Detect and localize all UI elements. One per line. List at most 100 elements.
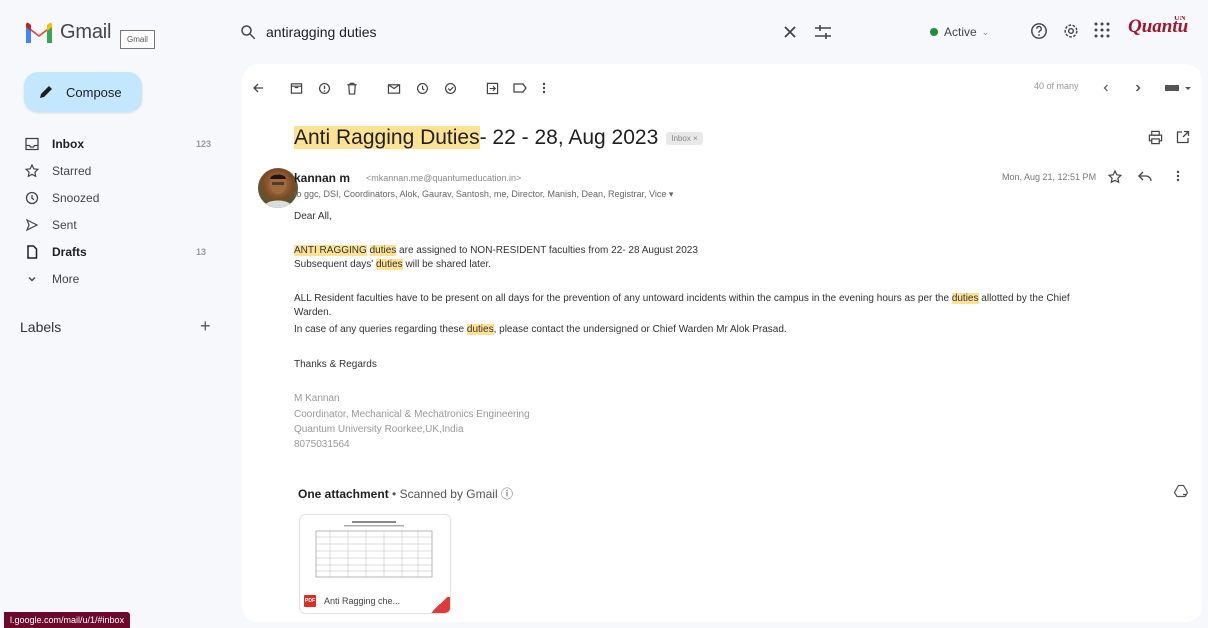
sidebar-item-drafts[interactable]: Drafts 13 — [0, 239, 244, 265]
email-subject-row: Anti Ragging Duties- 22 - 28, Aug 2023 I… — [294, 122, 703, 154]
labels-heading: Labels — [20, 319, 62, 335]
pencil-icon — [38, 84, 54, 100]
status-url-tooltip: l.google.com/mail/u/1/#inbox — [4, 612, 131, 628]
reply-icon[interactable] — [1138, 170, 1152, 182]
highlight: duties — [369, 245, 397, 256]
sender-name: kannan m — [294, 171, 351, 185]
gmail-logo[interactable]: Gmail — [8, 12, 112, 52]
compose-button[interactable]: Compose — [24, 72, 142, 112]
avatar[interactable] — [258, 168, 298, 208]
report-spam-icon[interactable] — [314, 78, 334, 98]
trash-icon[interactable] — [342, 78, 362, 98]
gmail-m-icon — [24, 20, 54, 44]
label-icon[interactable] — [510, 78, 530, 98]
gear-icon[interactable] — [1062, 22, 1080, 40]
pagination-label: 40 of many — [1034, 81, 1079, 91]
snooze-icon[interactable] — [412, 78, 432, 98]
attachment-header: One attachment • Scanned by Gmail ⓘ — [298, 485, 513, 502]
email-view: 40 of many Anti Ragging Duties- 22 - 28,… — [242, 64, 1202, 622]
inbox-icon — [24, 136, 40, 152]
body-line-1: ANTI RAGGING duties are assigned to NON-… — [294, 244, 698, 258]
sidebar-item-label: Drafts — [52, 245, 87, 259]
attachment-name: Anti Ragging che... — [324, 596, 401, 606]
input-tools-icon[interactable] — [1160, 78, 1196, 98]
move-to-icon[interactable] — [482, 78, 502, 98]
sidebar-item-label: Inbox — [52, 137, 84, 151]
back-arrow-icon[interactable] — [248, 78, 268, 98]
sidebar-item-label: Sent — [52, 218, 77, 232]
pdf-icon: PDF — [304, 595, 316, 607]
search-icon[interactable] — [238, 22, 258, 42]
open-in-new-window-icon[interactable] — [1176, 130, 1190, 144]
sidebar-item-label: Snoozed — [52, 191, 100, 205]
subject-rest: - 22 - 28, Aug 2023 — [479, 126, 659, 149]
more-vertical-icon[interactable] — [1176, 170, 1180, 182]
sidebar-item-sent[interactable]: Sent — [0, 212, 244, 238]
sidebar-item-starred[interactable]: Starred — [0, 158, 244, 184]
scan-status: • Scanned by Gmail ⓘ — [392, 487, 513, 501]
page-fold-icon — [424, 597, 450, 613]
signature-org: Quantum University Roorkee,UK,India — [294, 424, 464, 435]
label-chip[interactable]: Inbox × — [666, 131, 703, 145]
active-dot-icon — [930, 28, 938, 36]
attachment-card[interactable]: PDF Anti Ragging che... — [299, 514, 451, 614]
text: Subsequent days' — [294, 259, 374, 270]
text: are assigned to NON-RESIDENT faculties f… — [399, 245, 698, 256]
recipients-line[interactable]: to ggc, DSI, Coordinators, Alok, Gaurav,… — [294, 189, 673, 200]
text: , please contact the undersigned or Chie… — [493, 324, 787, 335]
search-bar[interactable] — [232, 10, 872, 54]
email-toolbar: 40 of many — [242, 64, 1202, 112]
email-date: Mon, Aug 21, 12:51 PM — [1002, 172, 1097, 182]
signature-title: Coordinator, Mechanical & Mechatronics E… — [294, 409, 530, 420]
archive-icon[interactable] — [286, 78, 306, 98]
draft-icon — [24, 244, 40, 260]
signature-name: M Kannan — [294, 393, 340, 404]
sidebar-item-count: 123 — [196, 139, 212, 149]
add-task-icon[interactable] — [440, 78, 460, 98]
star-icon — [24, 163, 40, 179]
sidebar-item-label: More — [52, 272, 80, 286]
sender-email: <mkannan.me@quantumeducation.in> — [366, 173, 522, 183]
add-label-button[interactable]: + — [200, 316, 211, 337]
body-line-3b: Warden. — [294, 307, 332, 318]
text: ALL Resident faculties have to be presen… — [294, 293, 950, 304]
signature-phone: 8075031564 — [294, 439, 350, 450]
print-icon[interactable] — [1148, 130, 1163, 145]
attachment-info: PDF Anti Ragging che... — [300, 587, 450, 613]
add-to-drive-icon[interactable] — [1174, 484, 1188, 498]
status-label: Active — [944, 25, 977, 39]
clock-icon — [24, 190, 40, 206]
search-options-icon[interactable] — [812, 22, 834, 42]
sidebar-item-count: 13 — [196, 247, 207, 257]
subject-highlight: Anti Ragging Duties — [294, 126, 480, 149]
highlight: duties — [375, 259, 403, 270]
highlight: duties — [466, 324, 494, 335]
email-subject: Anti Ragging Duties- 22 - 28, Aug 2023 — [294, 126, 658, 150]
chevron-down-icon: ⌄ — [981, 26, 990, 37]
status-dropdown[interactable]: Active ⌄ — [930, 20, 989, 44]
top-bar: Gmail Gmail Active ⌄ Quantu UN — [0, 0, 1208, 64]
chevron-left-icon[interactable] — [1096, 78, 1116, 98]
chevron-down-icon — [24, 271, 40, 287]
close-icon[interactable] — [780, 22, 800, 42]
attachment-preview — [310, 519, 438, 581]
mark-unread-icon[interactable] — [384, 78, 404, 98]
greeting: Dear All, — [294, 211, 332, 222]
text: will be shared later. — [405, 259, 492, 270]
sidebar-item-snoozed[interactable]: Snoozed — [0, 185, 244, 211]
chevron-right-icon[interactable] — [1128, 78, 1148, 98]
star-icon[interactable] — [1108, 170, 1122, 184]
sidebar-item-more[interactable]: More — [0, 266, 244, 292]
body-line-4: In case of any queries regarding these d… — [294, 323, 787, 337]
logo-tooltip: Gmail — [120, 30, 155, 49]
search-input[interactable] — [266, 24, 746, 40]
sidebar-item-inbox[interactable]: Inbox 123 — [0, 131, 244, 157]
apps-grid-icon[interactable] — [1094, 22, 1110, 38]
organization-logo[interactable]: Quantu UN — [1128, 16, 1208, 52]
help-icon[interactable] — [1030, 22, 1048, 40]
send-icon — [24, 217, 40, 233]
organization-logo-badge: UN — [1174, 16, 1186, 22]
highlight: duties — [951, 293, 979, 304]
app-name: Gmail — [60, 20, 112, 43]
more-vertical-icon[interactable] — [534, 78, 554, 98]
